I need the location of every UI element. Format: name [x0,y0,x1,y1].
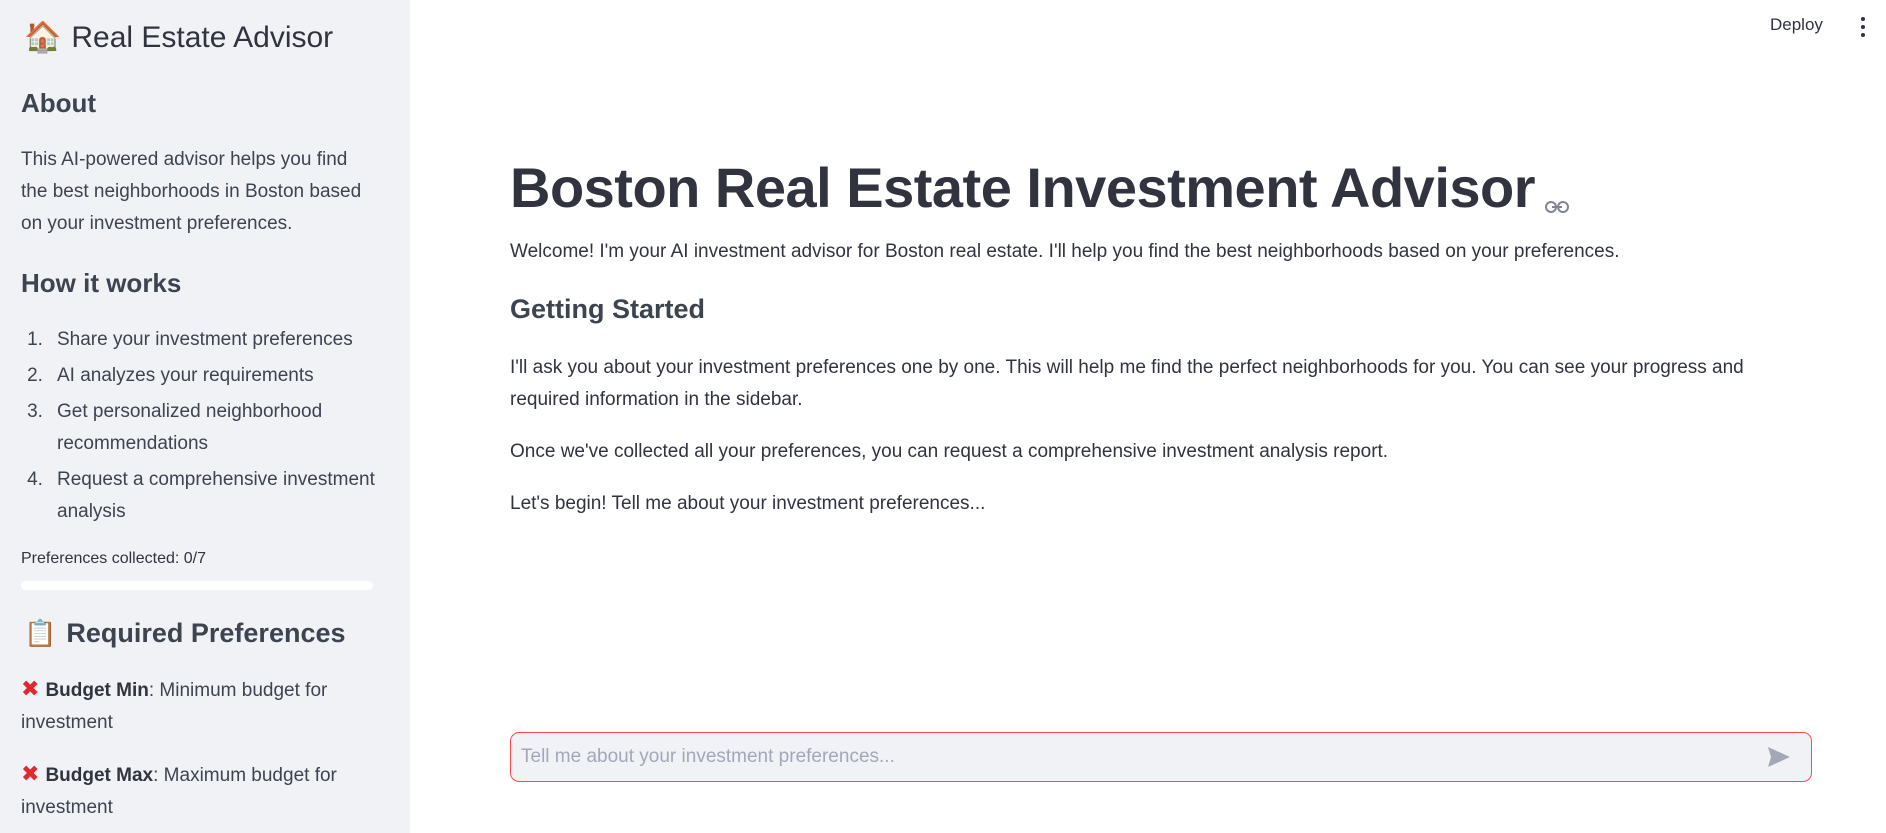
step-number: 3. [27,401,43,422]
dot [1861,17,1865,21]
dot [1861,25,1865,29]
step-number: 2. [27,365,43,386]
list-item: 4. Request a comprehensive investment an… [21,464,376,528]
app-title: 🏠 Real Estate Advisor [24,20,333,55]
list-item: 3. Get personalized neighborhood recomme… [21,396,376,460]
about-text: This AI-powered advisor helps you find t… [21,149,362,234]
step-text: Request a comprehensive investment analy… [57,469,375,522]
dot [1861,33,1865,37]
page-title: Boston Real Estate Investment Advisor [510,148,1570,227]
chat-input[interactable] [511,733,1759,781]
how-it-works-list: 1. Share your investment preferences 2. … [21,324,376,532]
how-it-works-heading: How it works [21,268,182,298]
clipboard-icon: 📋 [24,618,57,648]
preference-name: Budget Min [45,680,149,701]
app-title-text: Real Estate Advisor [71,20,334,54]
list-item: 2. AI analyzes your requirements [21,360,376,392]
cross-icon: ✖ [21,761,40,786]
about-heading: About [21,88,97,118]
getting-started-heading: Getting Started [510,294,706,324]
step-number: 4. [27,469,43,490]
progress-label: Preferences collected: 0/7 [21,550,206,567]
step-number: 1. [27,329,43,350]
more-options-icon[interactable] [1859,17,1867,37]
page-title-text: Boston Real Estate Investment Advisor [510,156,1536,219]
sidebar: 🏠 Real Estate Advisor About This AI-powe… [0,0,410,833]
deploy-button[interactable]: Deploy [1770,15,1823,35]
house-icon: 🏠 [24,21,62,54]
begin-paragraph: Let's begin! Tell me about your investme… [510,493,986,514]
cross-icon: ✖ [21,676,40,701]
send-button[interactable] [1759,737,1799,777]
required-preferences-heading-text: Required Preferences [66,618,346,648]
step-text: AI analyzes your requirements [57,365,314,386]
preference-item-budget-max: ✖ Budget Max: Maximum budget for investme… [21,758,376,824]
welcome-text: Welcome! I'm your AI investment advisor … [510,241,1620,262]
list-item: 1. Share your investment preferences [21,324,376,356]
preference-name: Budget Max [45,765,154,786]
required-preferences-heading: 📋 Required Preferences [24,618,346,649]
preference-item-budget-min: ✖ Budget Min: Minimum budget for investme… [21,673,376,739]
link-icon[interactable] [1545,162,1570,227]
progress-bar [21,581,373,590]
send-icon [1768,747,1790,767]
intro-paragraph: I'll ask you about your investment prefe… [510,357,1744,410]
report-paragraph: Once we've collected all your preference… [510,441,1389,462]
step-text: Share your investment preferences [57,329,353,350]
step-text: Get personalized neighborhood recommenda… [57,401,323,454]
chat-input-container [510,732,1812,782]
